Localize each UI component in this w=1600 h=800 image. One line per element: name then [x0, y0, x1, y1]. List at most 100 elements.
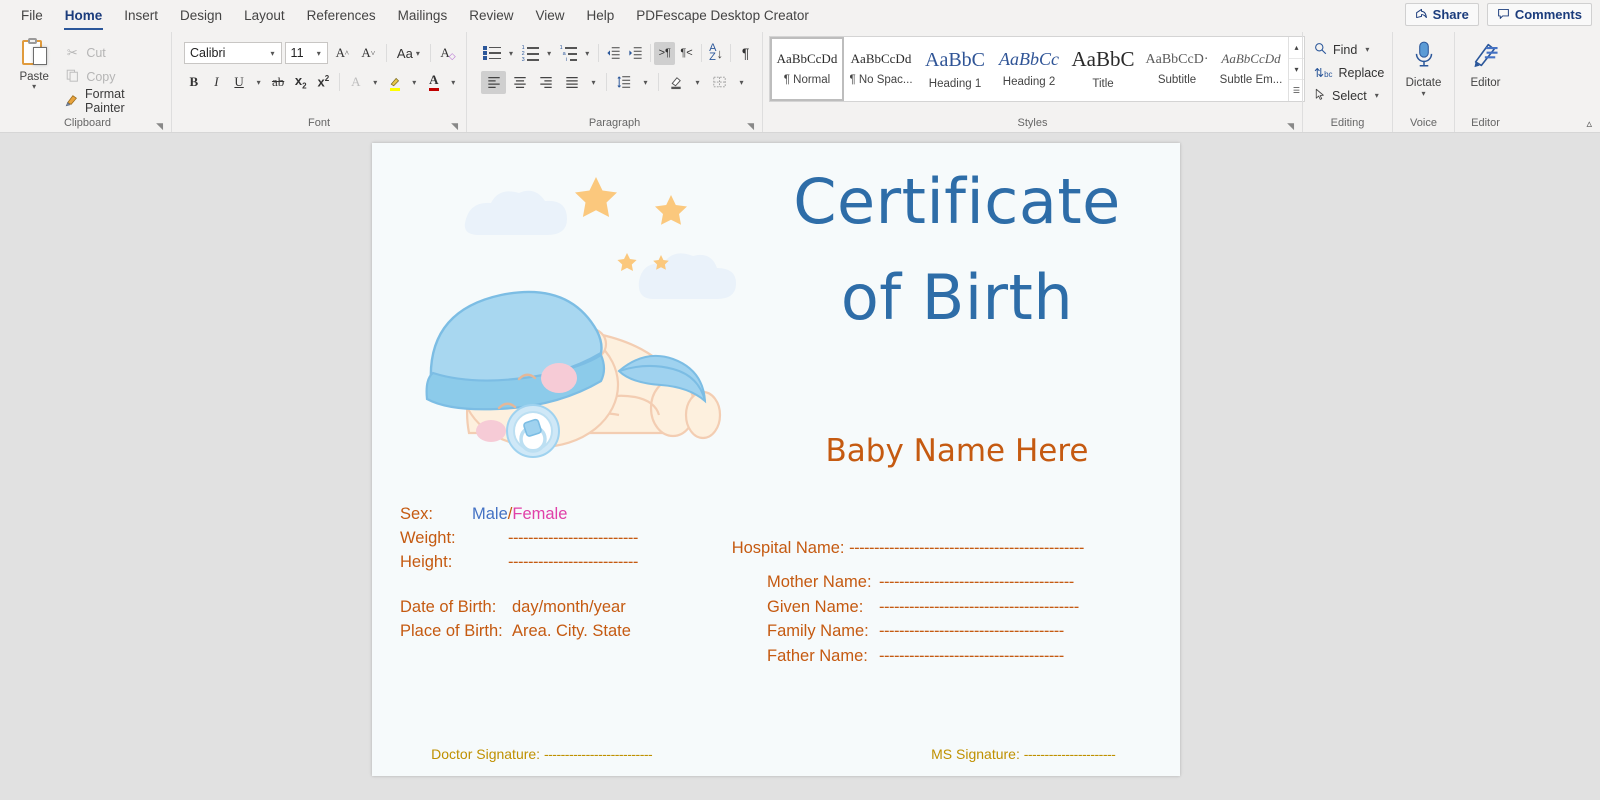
- tab-references[interactable]: References: [296, 1, 387, 31]
- clipboard-dialog-launcher-icon[interactable]: ◥: [156, 122, 163, 131]
- paragraph-dialog-launcher-icon[interactable]: ◥: [747, 122, 754, 131]
- pilcrow-icon[interactable]: ¶: [735, 42, 756, 65]
- dictate-button[interactable]: Dictate ▾: [1399, 34, 1448, 116]
- align-center-icon[interactable]: [507, 71, 532, 94]
- sex-value[interactable]: Male/Female: [472, 505, 567, 524]
- numbered-list-icon[interactable]: 123: [519, 42, 541, 65]
- paste-button[interactable]: Paste ▾: [10, 34, 58, 116]
- ms-signature-line[interactable]: ----------------------: [1024, 746, 1116, 762]
- tab-view[interactable]: View: [524, 1, 575, 31]
- baby-name-field[interactable]: Baby Name Here: [752, 433, 1162, 469]
- multilevel-chevron-down-icon[interactable]: ▾: [580, 42, 594, 65]
- select-chevron-down-icon[interactable]: ▾: [1375, 91, 1379, 100]
- change-case-button[interactable]: Aa ▾: [393, 42, 424, 65]
- dictate-chevron-down-icon[interactable]: ▾: [1421, 89, 1425, 98]
- text-highlight-icon[interactable]: [385, 71, 405, 94]
- style-item-title[interactable]: AaBbC Title: [1066, 37, 1140, 101]
- collapse-ribbon-icon[interactable]: ▵: [1586, 117, 1592, 130]
- font-name-combobox[interactable]: Calibri ▾: [184, 42, 282, 64]
- grow-font-icon[interactable]: A^: [331, 42, 354, 65]
- style-item-subtitle[interactable]: AaBbCcD· Subtitle: [1140, 37, 1214, 101]
- text-effects-icon[interactable]: A: [346, 71, 366, 94]
- italic-button[interactable]: I: [207, 71, 227, 94]
- line-spacing-icon[interactable]: [611, 71, 636, 94]
- borders-chevron-down-icon[interactable]: ▾: [733, 71, 750, 94]
- sex-female-option[interactable]: Female: [512, 505, 567, 523]
- given-name-value-line[interactable]: ----------------------------------------: [879, 598, 1079, 617]
- style-item-heading-1[interactable]: AaBbC Heading 1: [918, 37, 992, 101]
- copy-button[interactable]: Copy: [60, 65, 165, 89]
- highlight-chevron-down-icon[interactable]: ▾: [408, 71, 421, 94]
- mother-name-value-line[interactable]: ---------------------------------------: [879, 573, 1074, 592]
- tab-review[interactable]: Review: [458, 1, 524, 31]
- date-of-birth-value[interactable]: day/month/year: [512, 598, 626, 617]
- left-to-right-text-icon[interactable]: >¶: [654, 42, 675, 65]
- group-clipboard: Paste ▾ ✂ Cut Copy: [4, 32, 171, 132]
- justify-chevron-down-icon[interactable]: ▾: [585, 71, 602, 94]
- style-item-heading-2[interactable]: AaBbCc Heading 2: [992, 37, 1066, 101]
- shrink-font-icon[interactable]: A˅: [357, 42, 380, 65]
- tab-design[interactable]: Design: [169, 1, 233, 31]
- sort-az-icon[interactable]: AZ↓: [706, 42, 727, 65]
- decrease-indent-icon[interactable]: [603, 42, 624, 65]
- height-value-line[interactable]: --------------------------: [508, 553, 638, 572]
- replace-button[interactable]: ⇅bc Replace: [1309, 61, 1386, 84]
- align-right-icon[interactable]: [533, 71, 558, 94]
- parents-block: Mother Name: ---------------------------…: [767, 573, 1079, 671]
- style-item-normal[interactable]: AaBbCcDd ¶ Normal: [770, 37, 844, 101]
- document-page[interactable]: Certificate of Birth Baby Name Here Sex:…: [372, 143, 1180, 776]
- father-name-value-line[interactable]: -------------------------------------: [879, 647, 1064, 666]
- font-size-combobox[interactable]: 11 ▾: [285, 42, 328, 64]
- bullet-list-icon[interactable]: [481, 42, 503, 65]
- tab-layout[interactable]: Layout: [233, 1, 296, 31]
- increase-indent-icon[interactable]: [625, 42, 646, 65]
- style-item-subtle-emphasis[interactable]: AaBbCcDd Subtle Em...: [1214, 37, 1288, 101]
- find-button[interactable]: Find ▾: [1309, 38, 1386, 61]
- justify-icon[interactable]: [559, 71, 584, 94]
- chevron-down-icon: ▾: [268, 49, 278, 58]
- text-effects-chevron-down-icon[interactable]: ▾: [369, 71, 382, 94]
- shading-icon[interactable]: [663, 71, 688, 94]
- align-left-icon[interactable]: [481, 71, 506, 94]
- doctor-signature-line[interactable]: --------------------------: [544, 746, 652, 762]
- place-of-birth-value[interactable]: Area. City. State: [512, 622, 631, 641]
- tab-mailings[interactable]: Mailings: [387, 1, 459, 31]
- clear-formatting-icon[interactable]: A◇: [437, 42, 460, 65]
- style-item-no-spacing[interactable]: AaBbCcDd ¶ No Spac...: [844, 37, 918, 101]
- cut-button[interactable]: ✂ Cut: [60, 41, 165, 65]
- family-name-value-line[interactable]: -------------------------------------: [879, 622, 1064, 641]
- multilevel-list-icon[interactable]: 1ai: [557, 42, 579, 65]
- tab-pdfescape-desktop-creator[interactable]: PDFescape Desktop Creator: [625, 1, 820, 31]
- right-to-left-text-icon[interactable]: ¶<: [676, 42, 697, 65]
- format-painter-button[interactable]: Format Painter: [60, 89, 165, 113]
- tab-insert[interactable]: Insert: [113, 1, 169, 31]
- paste-chevron-down-icon[interactable]: ▾: [32, 83, 36, 91]
- chevron-down-icon: ▾: [416, 49, 420, 58]
- sex-male-option[interactable]: Male: [472, 505, 508, 523]
- font-color-chevron-down-icon[interactable]: ▾: [447, 71, 460, 94]
- hospital-name-value-line[interactable]: ----------------------------------------…: [849, 539, 1084, 557]
- numbering-chevron-down-icon[interactable]: ▾: [542, 42, 556, 65]
- editor-button[interactable]: Editor: [1461, 34, 1510, 116]
- styles-dialog-launcher-icon[interactable]: ◥: [1287, 122, 1294, 131]
- comments-button[interactable]: Comments: [1487, 3, 1592, 26]
- font-color-icon[interactable]: A: [424, 71, 444, 94]
- share-button[interactable]: Share: [1405, 3, 1479, 26]
- bullets-chevron-down-icon[interactable]: ▾: [504, 42, 518, 65]
- underline-chevron-down-icon[interactable]: ▾: [252, 71, 265, 94]
- superscript-button[interactable]: x2: [314, 71, 334, 94]
- underline-button[interactable]: U: [229, 71, 249, 94]
- strikethrough-button[interactable]: ab: [268, 71, 288, 94]
- font-dialog-launcher-icon[interactable]: ◥: [451, 122, 458, 131]
- subscript-button[interactable]: x2: [291, 71, 311, 94]
- tab-home[interactable]: Home: [54, 1, 114, 31]
- bold-button[interactable]: B: [184, 71, 204, 94]
- find-chevron-down-icon[interactable]: ▾: [1365, 45, 1369, 54]
- select-button[interactable]: Select ▾: [1309, 84, 1386, 107]
- tab-help[interactable]: Help: [576, 1, 626, 31]
- weight-value-line[interactable]: --------------------------: [508, 529, 638, 548]
- shading-chevron-down-icon[interactable]: ▾: [689, 71, 706, 94]
- tab-file[interactable]: File: [10, 1, 54, 31]
- borders-icon[interactable]: [707, 71, 732, 94]
- line-spacing-chevron-down-icon[interactable]: ▾: [637, 71, 654, 94]
